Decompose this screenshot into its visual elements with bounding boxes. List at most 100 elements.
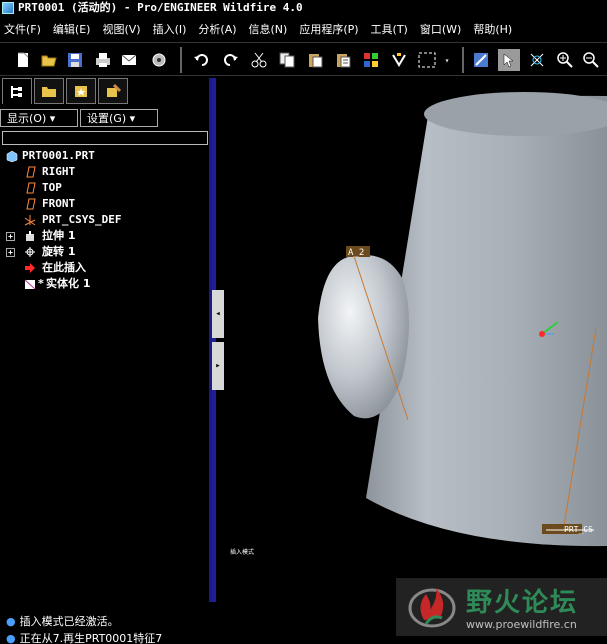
tree-item-label: 实体化 1 (46, 277, 91, 290)
status-line-2: ● 正在从7.再生PRT0001特征7 (6, 630, 162, 644)
menu-view[interactable]: 视图(V) (102, 21, 140, 37)
toolbar-separator (462, 47, 464, 73)
tab-folder-browser[interactable] (34, 78, 64, 104)
menu-window[interactable]: 窗口(W) (420, 21, 461, 37)
tree-filter-input[interactable] (2, 131, 208, 145)
navigator-tabs (2, 78, 130, 106)
menu-info[interactable]: 信息(N) (249, 21, 288, 37)
regenerate-icon[interactable] (360, 49, 382, 71)
tree-item-right[interactable]: RIGHT (0, 164, 210, 180)
disk-icon[interactable] (148, 49, 170, 71)
app-icon (2, 2, 14, 14)
csys-origin (539, 331, 545, 337)
select-box-icon[interactable] (414, 49, 440, 71)
watermark-title: 野火论坛 (466, 588, 579, 618)
tab-connections[interactable] (98, 78, 128, 104)
tab-model-tree[interactable] (2, 78, 32, 104)
tree-item-label: 在此插入 (42, 261, 86, 274)
splitter-bar[interactable] (212, 78, 216, 602)
undo-icon[interactable] (190, 49, 212, 71)
extrude-icon (26, 231, 34, 241)
tree-root[interactable]: PRT0001.PRT (0, 148, 210, 164)
connections-icon (107, 83, 121, 97)
tree-item-label: RIGHT (42, 165, 76, 178)
paste-icon[interactable] (304, 49, 326, 71)
tree-item-label: FRONT (42, 197, 76, 210)
menu-insert[interactable]: 插入(I) (153, 21, 187, 37)
csys-icon (24, 215, 36, 226)
flame-logo-icon (408, 588, 456, 628)
tree-root-label: PRT0001.PRT (22, 149, 95, 162)
solidify-icon (24, 279, 36, 290)
menu-bar: 文件(F) 编辑(E) 视图(V) 插入(I) 分析(A) 信息(N) 应用程序… (0, 17, 607, 41)
tree-item-label: PRT_CSYS_DEF (42, 213, 122, 226)
model-icon[interactable] (470, 49, 492, 71)
menu-edit[interactable]: 编辑(E) (53, 21, 91, 37)
tab-favorites[interactable] (66, 78, 96, 104)
save-icon[interactable] (64, 49, 86, 71)
forum-watermark: 野火论坛 www.proewildfire.cn (396, 578, 607, 636)
status-text-2: 正在从7.再生PRT0001特征7 (19, 632, 163, 644)
paste-special-icon[interactable] (332, 49, 354, 71)
open-icon[interactable] (38, 49, 60, 71)
watermark-url: www.proewildfire.cn (466, 618, 577, 631)
window-title: PRT0001 (活动的) - Pro/ENGINEER Wildfire 4.… (18, 1, 303, 14)
tree-item-revolve[interactable]: + 旋转 1 (0, 244, 210, 260)
copy-icon[interactable] (276, 49, 298, 71)
part-icon (6, 150, 18, 162)
info-bullet-icon: ● (6, 615, 16, 628)
tree-item-front[interactable]: FRONT (0, 196, 210, 212)
datum-plane-icon (26, 182, 36, 194)
new-icon[interactable] (12, 49, 34, 71)
datum-plane-icon (26, 198, 36, 210)
print-icon[interactable] (92, 49, 114, 71)
tree-item-solidify[interactable]: * 实体化 1 (0, 276, 210, 292)
display-dropdown[interactable]: 显示(O) ▾ (0, 109, 78, 127)
expand-toggle[interactable]: + (6, 232, 15, 241)
expand-toggle[interactable]: + (6, 248, 15, 257)
zoom-in-icon[interactable] (554, 49, 576, 71)
chevron-down-icon[interactable]: ▾ (442, 49, 452, 71)
model-tree-panel: 显示(O) ▾ 设置(G) ▾ PRT0001.PRT RIGHT TOP FR… (0, 78, 212, 602)
status-text-1: 插入模式已经激活。 (19, 615, 119, 628)
menu-tools[interactable]: 工具(T) (371, 21, 408, 37)
suppressed-marker: * (38, 277, 44, 290)
status-line-1: ● 插入模式已经激活。 (6, 613, 119, 629)
email-icon[interactable] (118, 49, 140, 71)
settings-dropdown[interactable]: 设置(G) ▾ (80, 109, 158, 127)
cut-icon[interactable] (248, 49, 270, 71)
panel-splitter[interactable]: ◂ ▸ (212, 78, 224, 602)
redo-icon[interactable] (220, 49, 242, 71)
insert-arrow-icon (25, 263, 35, 273)
tree-item-label: 旋转 1 (42, 245, 76, 258)
menu-file[interactable]: 文件(F) (4, 21, 41, 37)
menu-applications[interactable]: 应用程序(P) (299, 21, 358, 37)
expand-right-button[interactable]: ▸ (212, 342, 224, 390)
tree-item-label: 拉伸 1 (42, 229, 76, 242)
toolbar-separator (180, 47, 182, 73)
tree-item-extrude[interactable]: + 拉伸 1 (0, 228, 210, 244)
menu-analysis[interactable]: 分析(A) (198, 21, 236, 37)
insert-mode-label: 插入模式 (230, 548, 254, 556)
collapse-left-button[interactable]: ◂ (212, 290, 224, 338)
tree-item-insert-here[interactable]: 在此插入 (0, 260, 210, 276)
regen-manager-icon[interactable] (388, 49, 410, 71)
datum-plane-icon (26, 166, 36, 178)
model-tree: PRT0001.PRT RIGHT TOP FRONT PRT_CSYS_DEF… (0, 148, 210, 292)
menu-help[interactable]: 帮助(H) (473, 21, 512, 37)
favorites-icon (75, 86, 87, 97)
main-toolbar: ▾ (0, 42, 607, 76)
tree-dropdowns: 显示(O) ▾ 设置(G) ▾ (0, 109, 160, 127)
zoom-out-icon[interactable] (580, 49, 602, 71)
model-tree-icon (11, 85, 22, 98)
tree-item-top[interactable]: TOP (0, 180, 210, 196)
folder-icon (42, 87, 56, 97)
tree-item-label: TOP (42, 181, 62, 194)
revolve-icon (25, 247, 35, 257)
title-bar: PRT0001 (活动的) - Pro/ENGINEER Wildfire 4.… (0, 0, 607, 16)
tree-item-csys[interactable]: PRT_CSYS_DEF (0, 212, 210, 228)
graphics-window[interactable]: A_2 PRT_CS 插入模式 (224, 78, 607, 602)
datum-icon[interactable] (526, 49, 548, 71)
select-icon[interactable] (498, 49, 520, 71)
info-bullet-icon: ● (6, 632, 16, 644)
